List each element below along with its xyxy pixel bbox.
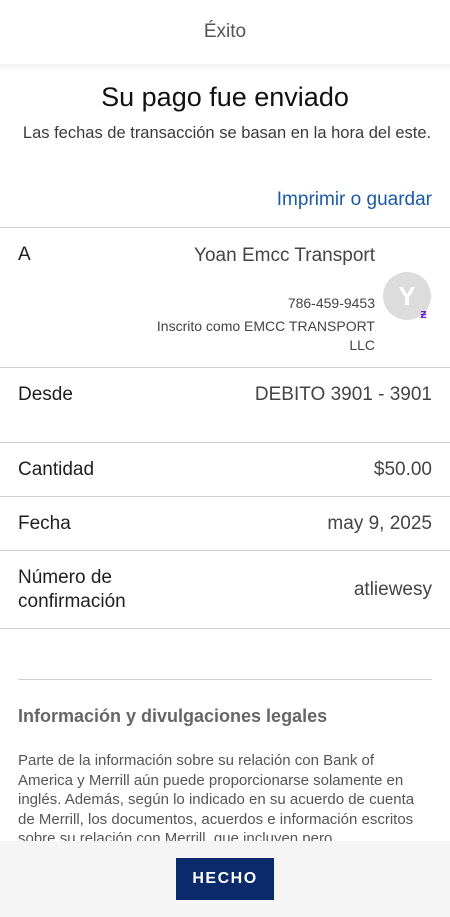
done-button[interactable]: HECHO [176, 858, 274, 900]
divider [18, 679, 432, 680]
date-value: may 9, 2025 [327, 513, 432, 534]
confirmation-number-value: atliewesy [353, 579, 432, 600]
to-label: A [18, 244, 31, 265]
from-account-value: DEBITO 3901 - 3901 [254, 384, 432, 405]
divider [0, 628, 450, 629]
legal-disclosure-text: Parte de la información sobre su relació… [18, 752, 415, 841]
payee-enrolled-name: Inscrito como EMCC TRANSPORT LLC [156, 318, 375, 353]
confirmation-headline: Su pago fue enviado [101, 82, 349, 112]
payee-name: Yoan Emcc Transport [194, 245, 375, 266]
divider [0, 227, 450, 228]
amount-value: $50.00 [373, 459, 432, 480]
divider [0, 550, 450, 551]
legal-section-title: Información y divulgaciones legales [18, 706, 328, 726]
payee-phone: 786-459-9453 [287, 295, 375, 311]
divider [0, 442, 450, 443]
avatar-initial: Y [398, 280, 416, 311]
confirmation-number-label: Número de confirmación [18, 567, 126, 612]
zelle-icon: ƶ [420, 306, 427, 321]
top-bar-shadow [0, 64, 450, 72]
page-title: Éxito [203, 21, 247, 42]
from-label: Desde [18, 384, 73, 405]
amount-label: Cantidad [18, 459, 95, 480]
divider [0, 367, 450, 368]
top-bar: Éxito [0, 0, 450, 64]
print-or-save-link[interactable]: Imprimir o guardar [277, 189, 432, 211]
date-label: Fecha [18, 513, 71, 534]
divider [0, 496, 450, 497]
timezone-note: Las fechas de transacción se basan en la… [22, 124, 432, 142]
